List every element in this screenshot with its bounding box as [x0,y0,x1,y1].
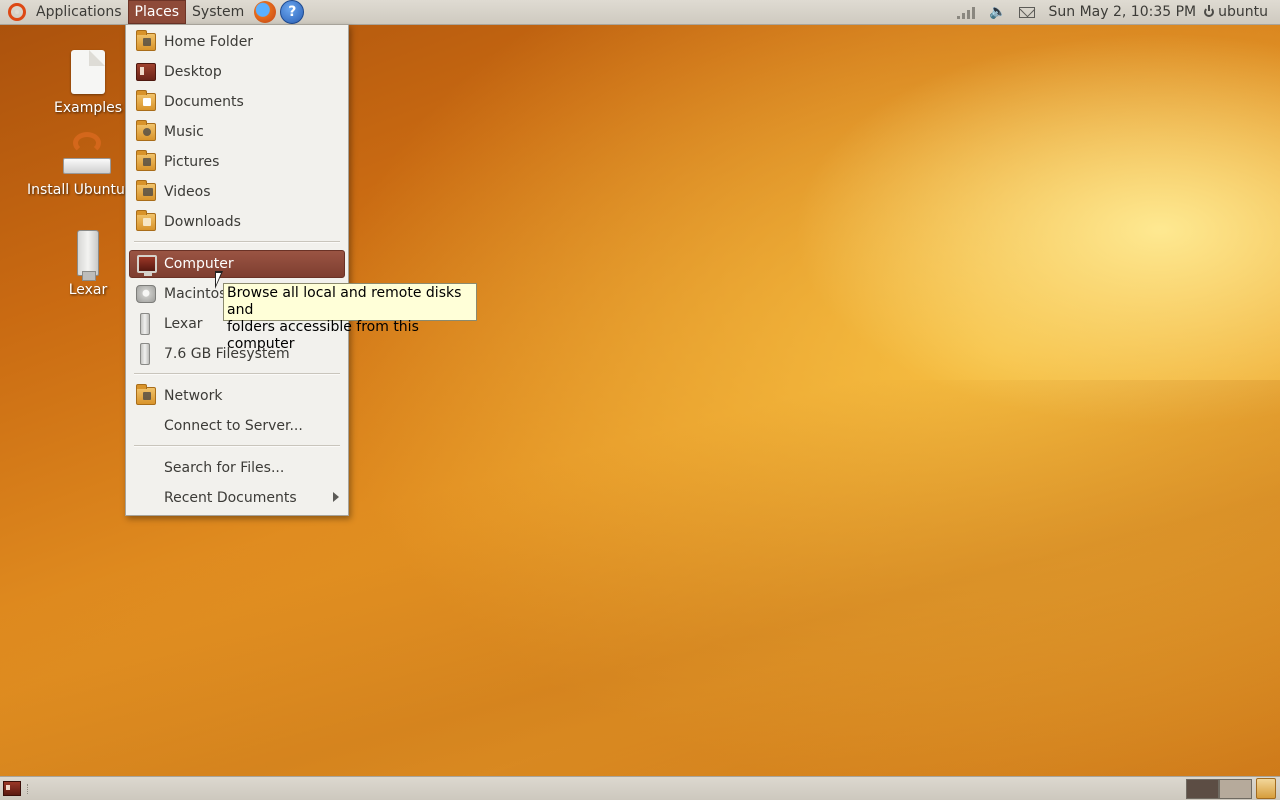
workspace-2[interactable] [1219,779,1252,799]
menu-item-network[interactable]: Network [129,382,345,410]
menu-item-recent-documents[interactable]: Recent Documents [129,484,345,512]
workspace-1[interactable] [1186,779,1219,799]
usb-drive-icon [140,313,150,335]
menu-separator [134,241,340,243]
install-icon [63,130,111,178]
system-menu[interactable]: System [186,0,250,24]
places-menu-button[interactable]: Places [127,0,187,24]
menu-item-documents[interactable]: Documents [129,88,345,116]
hard-disk-icon [136,285,156,303]
menu-item-pictures[interactable]: Pictures [129,148,345,176]
downloads-folder-icon [136,210,156,231]
network-folder-icon [136,384,156,405]
mouse-cursor-icon [215,271,223,289]
pictures-folder-icon [136,150,156,171]
document-icon [71,50,105,94]
desktop-icon-lexar[interactable]: Lexar [38,230,138,298]
computer-icon [137,255,157,276]
home-folder-icon [136,30,156,51]
clock[interactable]: Sun May 2, 10:35 PM [1049,4,1197,20]
tooltip-line: Browse all local and remote disks and [227,285,462,318]
applications-menu[interactable]: Applications [30,0,128,24]
system-tray: 🔈 Sun May 2, 10:35 PM ubuntu [949,0,1280,24]
top-panel: Applications Places System ? 🔈 Sun May 2… [0,0,1280,25]
show-desktop-icon[interactable] [3,781,21,796]
firefox-icon[interactable] [254,1,277,23]
menu-separator [134,445,340,447]
volume-icon[interactable]: 🔈 [989,4,1006,20]
usb-drive-icon [140,343,150,365]
menu-item-connect-to-server[interactable]: Connect to Server... [129,412,345,440]
submenu-arrow-icon [333,492,339,502]
trash-icon[interactable] [1256,778,1276,799]
menu-item-music[interactable]: Music [129,118,345,146]
desktop-icon-label: Examples [53,100,123,116]
desktop-icon-examples[interactable]: Examples [38,50,138,116]
menu-item-computer[interactable]: Computer [129,250,345,278]
menu-separator [134,373,340,375]
ubuntu-logo-icon[interactable] [8,3,26,21]
menu-item-videos[interactable]: Videos [129,178,345,206]
network-icon[interactable] [955,5,977,19]
menu-item-home-folder[interactable]: Home Folder [129,28,345,56]
documents-folder-icon [136,90,156,111]
menu-item-downloads[interactable]: Downloads [129,208,345,236]
places-dropdown-menu: Home Folder Desktop Documents Music Pict… [125,24,349,516]
user-menu[interactable]: ubuntu [1204,4,1268,20]
desktop-icon-label: Lexar [68,282,108,298]
computer-tooltip: Browse all local and remote disks and fo… [223,283,477,352]
menu-item-desktop[interactable]: Desktop [129,58,345,86]
power-icon [1204,5,1215,17]
desktop-icon [136,63,156,81]
desktop-icon-label: Install Ubuntu 9 [27,182,126,198]
music-folder-icon [136,120,156,141]
usb-drive-icon [77,230,99,281]
bottom-panel [0,776,1280,800]
user-name: ubuntu [1218,4,1268,20]
videos-folder-icon [136,180,156,201]
mail-icon[interactable] [1018,6,1035,18]
menu-item-search-for-files[interactable]: Search for Files... [129,454,345,482]
tooltip-line: folders accessible from this computer [227,319,419,352]
help-icon[interactable]: ? [280,0,305,24]
desktop-icon-install[interactable]: Install Ubuntu 9 [20,130,126,198]
panel-handle[interactable] [27,784,31,794]
